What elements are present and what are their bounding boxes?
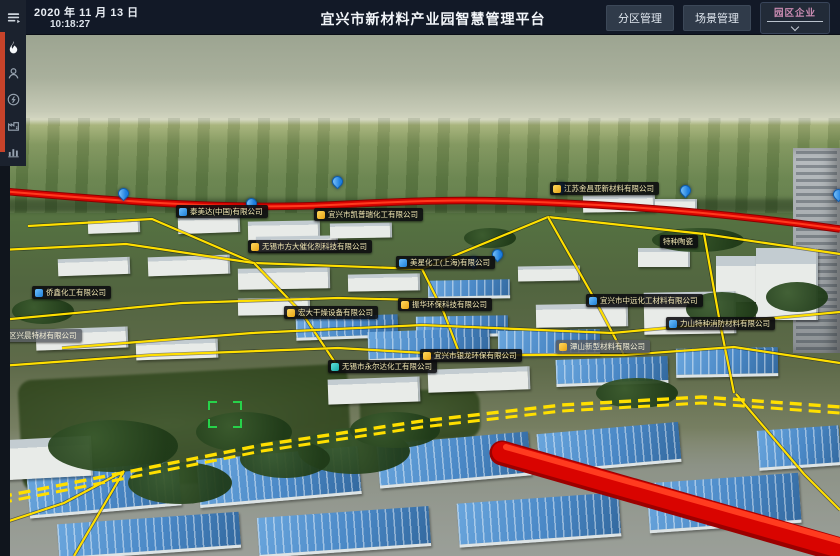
company-label-text: 无锡市永尔达化工有限公司 [342, 363, 432, 371]
company-label-text: 无锡市方大催化剂科技有限公司 [262, 243, 367, 251]
top-header: 2020 年 11 月 13 日 10:18:27 宜兴市新材料产业园智慧管理平… [26, 0, 840, 35]
building [646, 473, 801, 533]
tree-canopy [350, 412, 440, 448]
company-label-text: 侨鑫化工有限公司 [46, 289, 106, 297]
company-label[interactable]: 振华环保科技有限公司 [398, 298, 492, 311]
company-label-text: 经开区兴晨特材有限公司 [0, 332, 77, 340]
tree-canopy [596, 378, 678, 408]
menu-icon [6, 10, 21, 25]
building [136, 339, 219, 361]
building [428, 366, 531, 393]
company-label-text: 特种陶瓷 [663, 238, 693, 246]
company-logo-icon [553, 185, 561, 193]
company-label-text: 力山特种消防材料有限公司 [680, 320, 770, 328]
company-label-text: 潭山新型材料有限公司 [570, 343, 645, 351]
worker-icon [6, 66, 21, 81]
building [328, 376, 421, 404]
building [148, 255, 231, 277]
building [655, 199, 697, 210]
company-label-text: 宏大干燥设备有限公司 [298, 309, 373, 317]
company-logo-icon [423, 352, 431, 360]
park-enterprise-dropdown[interactable]: 园区企业 [760, 2, 830, 34]
company-label[interactable]: 江苏金昌亚新材料有限公司 [550, 182, 659, 195]
company-logo-icon [399, 259, 407, 267]
company-label[interactable]: 潭山新型材料有限公司 [556, 340, 650, 353]
bar-chart-icon [6, 144, 21, 159]
company-label[interactable]: 宏大干燥设备有限公司 [284, 306, 378, 319]
building [238, 267, 330, 290]
factory-icon [6, 118, 21, 133]
company-label[interactable]: 无锡市永尔达化工有限公司 [328, 360, 437, 373]
company-label[interactable]: 力山特种消防材料有限公司 [666, 317, 775, 330]
dropdown-divider [767, 21, 823, 22]
building [348, 273, 420, 291]
company-logo-icon [179, 208, 187, 216]
company-logo-icon [35, 289, 43, 297]
company-label[interactable]: 经开区兴晨特材有限公司 [0, 329, 82, 342]
app-window: 泰美达(中国)有限公司 宜兴市凯普瑞化工有限公司无锡市方大催化剂科技有限公司美星化… [0, 0, 840, 556]
building [518, 265, 580, 281]
company-logo-icon [589, 297, 597, 305]
building [88, 219, 140, 234]
company-logo-icon [287, 309, 295, 317]
company-label-text: 宜兴市凯普瑞化工有限公司 [328, 211, 418, 219]
company-label-text: 宜兴市中远化工材料有限公司 [600, 297, 698, 305]
building [757, 425, 840, 471]
company-label[interactable]: 宜兴市凯普瑞化工有限公司 [314, 208, 423, 221]
selection-brackets [208, 401, 242, 428]
tree-canopy [766, 282, 828, 312]
company-label-text: 振华环保科技有限公司 [412, 301, 487, 309]
company-logo-icon [331, 363, 339, 371]
scene-management-button[interactable]: 场景管理 [683, 5, 751, 31]
company-logo-icon [559, 343, 567, 351]
sidebar-item-flame-icon[interactable] [0, 34, 26, 60]
map-3d-viewport[interactable]: 泰美达(中国)有限公司 宜兴市凯普瑞化工有限公司无锡市方大催化剂科技有限公司美星化… [0, 0, 840, 556]
building [330, 222, 392, 238]
sidebar-item-bar-chart-icon[interactable] [0, 138, 26, 164]
sidebar-item-factory-icon[interactable] [0, 112, 26, 138]
building [676, 347, 778, 378]
company-logo-icon [317, 211, 325, 219]
header-actions: 分区管理 场景管理 园区企业 [606, 0, 830, 35]
company-label-text: 宜兴市银龙环保有限公司 [434, 352, 517, 360]
company-label[interactable]: 无锡市方大催化剂科技有限公司 [248, 240, 372, 253]
sidebar-rail [0, 0, 26, 166]
building [583, 194, 655, 212]
company-label-text: 江苏金昌亚新材料有限公司 [564, 185, 654, 193]
dropdown-label: 园区企业 [774, 5, 816, 19]
company-logo-icon [669, 320, 677, 328]
gauge-icon [6, 92, 21, 107]
flame-icon [6, 40, 21, 55]
building [58, 257, 131, 277]
company-label[interactable]: 侨鑫化工有限公司 [32, 286, 111, 299]
company-logo-icon [251, 243, 259, 251]
company-label-text: 美星化工(上海)有限公司 [410, 259, 490, 267]
company-logo-icon [401, 301, 409, 309]
tree-canopy [240, 440, 330, 478]
zone-management-button[interactable]: 分区管理 [606, 5, 674, 31]
tree-canopy [12, 298, 74, 324]
building [428, 279, 510, 299]
company-label[interactable]: 美星化工(上海)有限公司 [396, 256, 495, 269]
chevron-down-icon [791, 22, 799, 30]
company-label[interactable]: 泰美达(中国)有限公司 [176, 205, 268, 218]
company-label[interactable]: 宜兴市中远化工材料有限公司 [586, 294, 703, 307]
tree-canopy [128, 462, 232, 504]
sidebar-item-worker-icon[interactable] [0, 60, 26, 86]
company-label-text: 泰美达(中国)有限公司 [190, 208, 263, 216]
company-label[interactable]: 特种陶瓷 [660, 235, 698, 248]
sidebar-item-gauge-icon[interactable] [0, 86, 26, 112]
sidebar-item-menu-icon[interactable] [0, 4, 26, 30]
tree-canopy [464, 228, 516, 248]
